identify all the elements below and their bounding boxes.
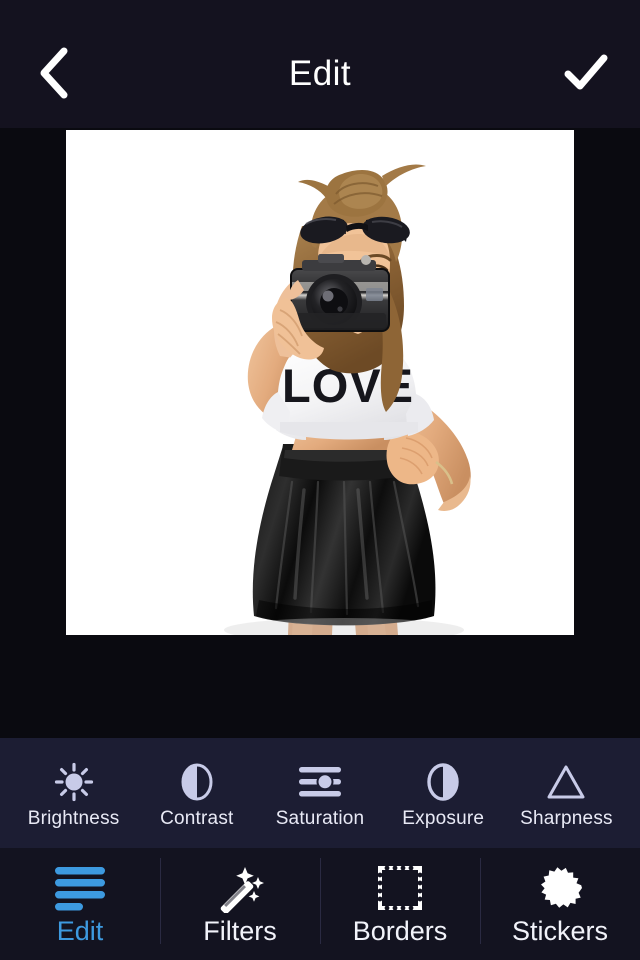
tool-saturation[interactable]: Saturation — [258, 738, 381, 848]
nav-item-filters[interactable]: Filters — [160, 848, 320, 960]
nav-label: Edit — [56, 915, 104, 946]
tool-label: Exposure — [402, 807, 485, 829]
page-title: Edit — [288, 53, 352, 93]
tool-label: Contrast — [160, 807, 234, 829]
nav-item-stickers[interactable]: Stickers — [480, 848, 640, 960]
tool-label: Sharpness — [520, 807, 613, 829]
nav-label: Borders — [352, 915, 448, 946]
triangle-icon — [545, 761, 587, 803]
stamp-frame-icon — [376, 860, 424, 916]
checkmark-icon — [564, 54, 608, 90]
photo-canvas[interactable]: LOVE — [0, 128, 640, 738]
exposure-half-circle-icon — [423, 761, 463, 803]
magic-wand-icon — [214, 860, 266, 916]
tool-contrast[interactable]: Contrast — [135, 738, 258, 848]
nav-item-borders[interactable]: Borders — [320, 848, 480, 960]
contrast-half-circle-icon — [177, 761, 217, 803]
nav-item-edit[interactable]: Edit — [0, 848, 160, 960]
sun-icon — [54, 761, 94, 803]
done-button[interactable] — [540, 0, 632, 128]
chevron-left-icon — [40, 47, 68, 99]
app-header: Edit — [0, 0, 640, 128]
tool-label: Saturation — [275, 807, 365, 829]
adjustment-toolbar: Brightness Contrast Saturation Exposure … — [0, 738, 640, 848]
starburst-icon — [535, 860, 585, 916]
vintage-camera — [290, 254, 390, 332]
photo-editor-screen: Edit LOVE Brightness Contrast Saturation… — [0, 0, 640, 960]
tool-label: Brightness — [27, 807, 120, 829]
sliders-bars-icon — [52, 860, 108, 916]
tool-sharpness[interactable]: Sharpness — [505, 738, 628, 848]
back-button[interactable] — [8, 0, 100, 128]
bottom-navigation: Edit Filters Borders Stickers — [0, 848, 640, 960]
tool-brightness[interactable]: Brightness — [12, 738, 135, 848]
tool-exposure[interactable]: Exposure — [382, 738, 505, 848]
nav-label: Stickers — [511, 915, 609, 946]
edited-photo[interactable]: LOVE — [66, 130, 574, 635]
photo-illustration: LOVE — [66, 130, 574, 635]
nav-label: Filters — [203, 915, 277, 946]
slider-lines-icon — [296, 761, 344, 803]
